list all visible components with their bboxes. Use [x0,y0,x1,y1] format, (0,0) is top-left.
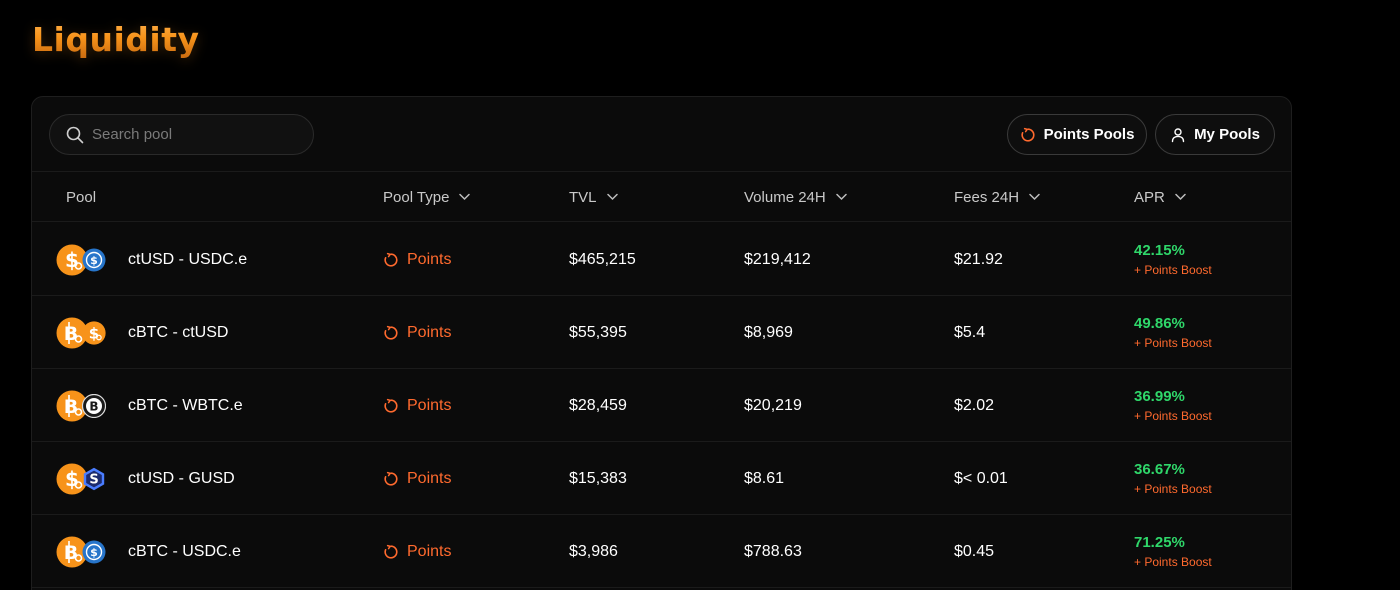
chevron-down-icon [1175,193,1186,201]
svg-text:S: S [89,473,98,488]
svg-text:$: $ [90,546,98,559]
table-row[interactable]: B $ cBTC - USDC.e Points $3,986 $788.63 $0.45 7… [32,515,1291,588]
search-icon [66,126,84,143]
usdc-icon: $ [82,248,106,272]
pool-apr: 42.15% + Points Boost [1134,223,1212,296]
pool-tvl: $465,215 [569,250,636,268]
chevron-down-icon [459,193,471,201]
chevron-down-icon [835,193,847,201]
usdc-icon: $ [82,540,106,564]
wbtc-icon: B [81,393,107,419]
pool-volume: $219,412 [744,250,811,268]
pool-volume: $20,219 [744,396,802,414]
points-boost-label: + Points Boost [1134,482,1212,496]
page-title: Liquidity [32,20,200,59]
user-icon [1171,127,1185,142]
points-icon [384,252,398,267]
pool-fees: $21.92 [954,250,1003,268]
pool-token-icons: $ S [56,463,112,495]
apr-value: 49.86% [1134,315,1185,332]
search-input[interactable] [92,126,292,143]
table-row[interactable]: B $ cBTC - ctUSD Points $55,395 $8,969 $5.4 49.… [32,296,1291,369]
column-header-volume[interactable]: Volume 24H [744,172,847,222]
table-row[interactable]: $ $ ctUSD - USDC.e Points $465,215 $219,412 $2… [32,223,1291,296]
apr-value: 36.67% [1134,461,1185,478]
my-pools-label: My Pools [1194,126,1260,143]
points-boost-label: + Points Boost [1134,555,1212,569]
gusd-icon: S [82,467,106,491]
pool-volume: $8.61 [744,469,785,487]
column-header-fees[interactable]: Fees 24H [954,172,1040,222]
pool-pair: cBTC - USDC.e [128,542,241,560]
points-icon [1020,127,1035,142]
pool-pair: ctUSD - USDC.e [128,250,248,268]
pool-tvl: $15,383 [569,469,627,487]
pool-volume: $788.63 [744,542,802,560]
pool-apr: 36.99% + Points Boost [1134,369,1212,442]
pool-tvl: $3,986 [569,542,618,560]
pool-type: Points [383,515,451,588]
svg-text:B: B [89,399,98,413]
pool-apr: 71.25% + Points Boost [1134,515,1212,588]
svg-text:$: $ [90,254,98,267]
points-boost-label: + Points Boost [1134,409,1212,423]
points-boost-label: + Points Boost [1134,336,1212,350]
column-header-pool: Pool [66,188,97,206]
pool-fees: $0.45 [954,542,995,560]
chevron-down-icon [606,193,618,201]
search-box[interactable] [49,114,314,155]
points-boost-label: + Points Boost [1134,263,1212,277]
apr-value: 42.15% [1134,242,1185,259]
table-row[interactable]: B B cBTC - WBTC.e Points $28,459 $20,219 $2.02… [32,369,1291,442]
column-header-tvl[interactable]: TVL [569,172,618,222]
toolbar: Points Pools My Pools [32,97,1291,172]
chevron-down-icon [1029,193,1040,201]
column-header-pool-type[interactable]: Pool Type [383,172,471,222]
pool-fees: $5.4 [954,323,986,341]
pool-pair: ctUSD - GUSD [128,469,235,487]
pool-pair: cBTC - ctUSD [128,323,229,341]
pool-fees: $2.02 [954,396,995,414]
points-icon [384,471,398,486]
column-header-apr[interactable]: APR [1134,172,1186,222]
pool-type: Points [383,442,451,515]
pool-tvl: $28,459 [569,396,627,414]
pool-type: Points [383,369,451,442]
pool-type: Points [383,296,451,369]
pool-volume: $8,969 [744,323,793,341]
pool-token-icons: $ $ [56,244,112,276]
pool-token-icons: B $ [56,536,112,568]
points-icon [384,398,398,413]
pool-tvl: $55,395 [569,323,627,341]
points-pools-label: Points Pools [1043,126,1135,143]
table-header: Pool Pool Type TVL Volume 24H Fees 24H A… [32,172,1291,222]
points-icon [384,325,398,340]
pool-token-icons: BB [56,390,112,422]
pool-pair: cBTC - WBTC.e [128,396,243,414]
my-pools-button[interactable]: My Pools [1155,114,1275,155]
points-pools-button[interactable]: Points Pools [1007,114,1147,155]
table-row[interactable]: $ S ctUSD - GUSD Points $15,383 $8.61 $< 0.01 3… [32,442,1291,515]
pool-token-icons: B $ [56,317,112,349]
pools-panel: Points Pools My Pools Pool Pool Type TVL… [31,96,1292,590]
pool-type: Points [383,223,451,296]
apr-value: 71.25% [1134,534,1185,551]
pool-apr: 49.86% + Points Boost [1134,296,1212,369]
pool-apr: 36.67% + Points Boost [1134,442,1212,515]
ctusd-icon: $ [82,321,106,345]
pool-fees: $< 0.01 [954,469,1008,487]
apr-value: 36.99% [1134,388,1185,405]
points-icon [384,544,398,559]
